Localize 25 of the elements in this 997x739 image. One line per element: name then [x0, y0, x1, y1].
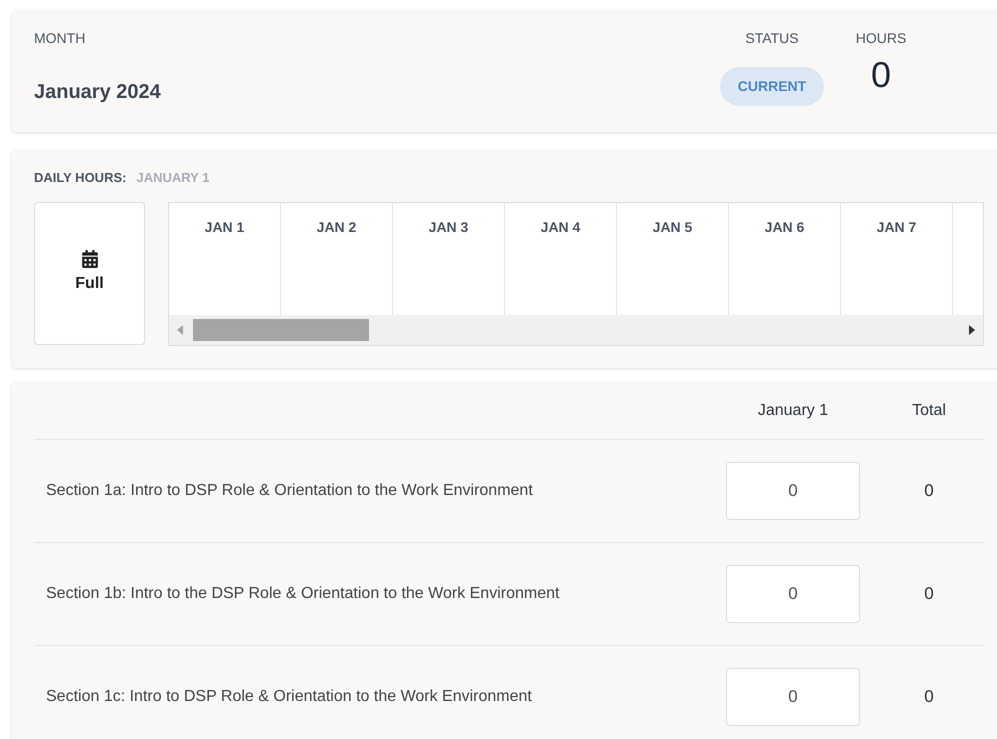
status-label: STATUS: [745, 29, 799, 48]
month-value: January 2024: [34, 80, 161, 105]
hours-label: HOURS: [856, 29, 906, 48]
scrollbar-track[interactable]: [169, 314, 983, 344]
column-header: Total: [911, 400, 947, 420]
month-label: MONTH: [34, 29, 86, 48]
total-value: 0: [923, 480, 935, 502]
full-view-button[interactable]: Full: [34, 202, 145, 344]
status-badge: CURRENT: [720, 67, 824, 106]
daily-hours-label: DAILY HOURS:: [34, 169, 126, 187]
calendar-icon: [80, 250, 98, 268]
total-value: 0: [923, 583, 935, 606]
hours-input[interactable]: 0: [726, 565, 860, 623]
section-name: Section 1a: Intro to DSP Role & Orientation to the Work Environment: [45, 481, 534, 501]
section-name: Section 1b: Intro to the DSP Role & Orientation to the Work Environment: [45, 584, 560, 604]
hours-value: 0: [870, 57, 892, 93]
section-name: Section 1c: Intro to DSP Role & Orientation to the Work Environment: [45, 687, 533, 707]
selected-date: JANUARY 1: [136, 169, 210, 187]
total-value: 0: [923, 686, 935, 708]
hours-input[interactable]: 0: [726, 462, 860, 520]
hours-input[interactable]: 0: [726, 668, 860, 726]
column-header: January 1: [756, 400, 830, 420]
scrollbar-thumb[interactable]: [193, 318, 369, 340]
scroll-right-icon[interactable]: [969, 324, 975, 334]
scroll-left-icon[interactable]: [177, 324, 183, 334]
